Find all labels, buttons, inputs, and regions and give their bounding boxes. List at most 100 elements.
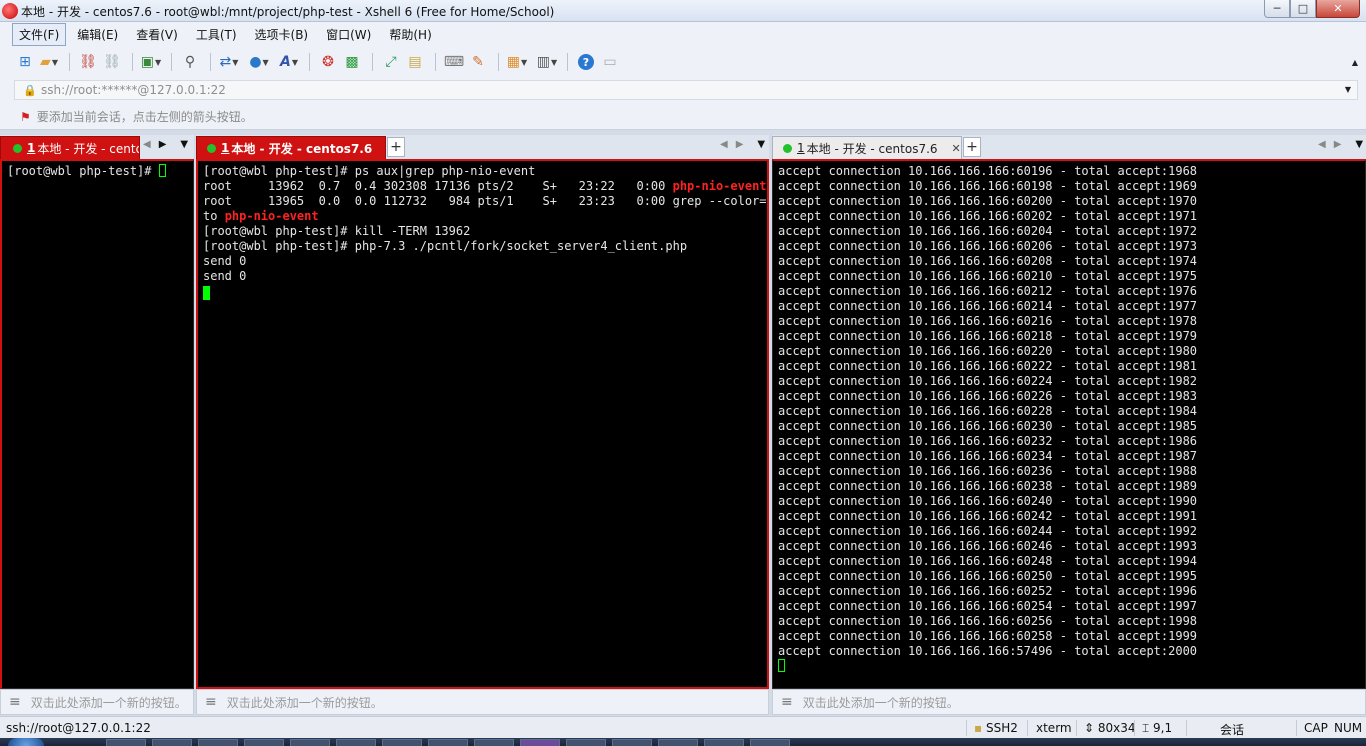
button-bar-hint: 双击此处添加一个新的按钮。	[226, 695, 383, 710]
taskbar-button[interactable]	[704, 739, 744, 746]
layout-button[interactable]: ▥ ▼	[536, 51, 558, 73]
reconnect-button[interactable]: ⛓	[77, 51, 99, 73]
menu-edit[interactable]: 编辑(E)	[70, 23, 125, 46]
terminal-line: send 0	[203, 269, 247, 283]
taskbar-button[interactable]	[520, 739, 560, 746]
terminal-line: accept connection 10.166.166.166:60228 -…	[778, 404, 1198, 418]
terminal-line: accept connection 10.166.166.166:60230 -…	[778, 419, 1198, 433]
find-button[interactable]: ⚲	[179, 51, 201, 73]
taskbar-button[interactable]	[152, 739, 192, 746]
pane-right: 1 本地 - 开发 - centos7.6 ✕ + ◀ ▶ ▼ accept c…	[772, 135, 1366, 715]
taskbar-button[interactable]	[658, 739, 698, 746]
button-bar[interactable]: ≡ 双击此处添加一个新的按钮。	[772, 689, 1366, 715]
tab-session-middle[interactable]: 1 本地 - 开发 - centos7.6 ✕	[196, 136, 386, 159]
xftp-button[interactable]: ❂	[317, 51, 339, 73]
tab-prev-icon[interactable]: ◀	[1318, 139, 1326, 150]
terminal-line: accept connection 10.166.166.166:60208 -…	[778, 254, 1198, 268]
taskbar-button[interactable]	[428, 739, 468, 746]
hamburger-menu-icon[interactable]: ≡	[205, 694, 217, 710]
tab-next-icon[interactable]: ▶	[159, 139, 167, 150]
tab-list-icon[interactable]: ▼	[1355, 139, 1363, 150]
tab-list-icon[interactable]: ▼	[180, 139, 188, 150]
terminal-middle[interactable]: [root@wbl php-test]# ps aux|grep php-nio…	[196, 159, 769, 689]
terminal-line: accept connection 10.166.166.166:60256 -…	[778, 614, 1198, 628]
tab-prev-icon[interactable]: ◀	[720, 139, 728, 150]
chat-button[interactable]: ▭	[599, 51, 621, 73]
open-session-button[interactable]: ▰ ▼	[38, 51, 60, 73]
tab-next-icon[interactable]: ▶	[736, 139, 744, 150]
tab-next-icon[interactable]: ▶	[1334, 139, 1342, 150]
terminal-left[interactable]: [root@wbl php-test]#	[0, 159, 194, 689]
terminal-cursor	[778, 659, 785, 672]
xmanager-button[interactable]: ▩	[341, 51, 363, 73]
taskbar-button[interactable]	[198, 739, 238, 746]
taskbar-button[interactable]	[474, 739, 514, 746]
help-button[interactable]: ?	[575, 51, 597, 73]
keyboard-button[interactable]: ⌨	[443, 51, 465, 73]
terminal-line: accept connection 10.166.166.166:60254 -…	[778, 599, 1198, 613]
status-divider	[966, 720, 967, 736]
new-session-button[interactable]: ⊞	[14, 51, 36, 73]
reconnect-icon: ⛓	[79, 54, 97, 70]
new-tab-button[interactable]: +	[963, 137, 981, 157]
title-bar: 本地 - 开发 - centos7.6 - root@wbl:/mnt/proj…	[0, 0, 1366, 22]
maximize-button[interactable]: □	[1290, 0, 1316, 18]
tab-session-left[interactable]: 1 本地 - 开发 - centos7.6	[0, 136, 140, 159]
taskbar-button[interactable]	[106, 739, 146, 746]
status-position: ⌶ 9,1	[1142, 721, 1173, 735]
transfer-button[interactable]: ⇄ ▼	[218, 51, 240, 73]
button-bar[interactable]: ≡ 双击此处添加一个新的按钮。	[0, 689, 194, 715]
menu-tabs[interactable]: 选项卡(B)	[248, 23, 316, 46]
button-bar[interactable]: ≡ 双击此处添加一个新的按钮。	[196, 689, 769, 715]
menu-file[interactable]: 文件(F)	[12, 22, 67, 46]
font-button[interactable]: A ▼	[278, 51, 300, 73]
fullscreen-button[interactable]: ⤢	[380, 51, 402, 73]
highlight-button[interactable]: ✎	[467, 51, 489, 73]
tab-session-right[interactable]: 1 本地 - 开发 - centos7.6 ✕	[772, 136, 962, 159]
toolbar-scroll-up-icon[interactable]: ▲	[1352, 58, 1358, 67]
terminal-line: accept connection 10.166.166.166:60218 -…	[778, 329, 1198, 343]
taskbar-button[interactable]	[612, 739, 652, 746]
taskbar-button[interactable]	[750, 739, 790, 746]
chevron-down-icon: ▼	[51, 57, 58, 67]
start-button[interactable]	[8, 738, 44, 746]
window-controls: ─ □ ✕	[1264, 0, 1360, 18]
toolbar-divider	[567, 53, 568, 71]
terminal-line: accept connection 10.166.166.166:60246 -…	[778, 539, 1198, 553]
chevron-down-icon[interactable]: ▼	[1345, 85, 1351, 94]
tab-strip: 1 本地 - 开发 - centos7.6 ✕ + ◀ ▶ ▼	[772, 135, 1366, 159]
menu-window[interactable]: 窗口(W)	[319, 23, 378, 46]
hamburger-menu-icon[interactable]: ≡	[781, 694, 793, 710]
menu-view[interactable]: 查看(V)	[129, 23, 185, 46]
hamburger-menu-icon[interactable]: ≡	[9, 694, 21, 710]
close-button[interactable]: ✕	[1316, 0, 1360, 18]
menu-tools[interactable]: 工具(T)	[189, 23, 244, 46]
disconnect-button[interactable]: ⛓	[101, 51, 123, 73]
taskbar-button[interactable]	[566, 739, 606, 746]
toolbar-divider	[435, 53, 436, 71]
new-tab-button[interactable]: +	[387, 137, 405, 157]
taskbar-button[interactable]	[336, 739, 376, 746]
globe-button[interactable]: ● ▼	[248, 51, 270, 73]
terminal-cursor	[158, 164, 166, 177]
menu-help[interactable]: 帮助(H)	[382, 23, 438, 46]
toolbar-divider	[132, 53, 133, 71]
session-status-icon	[207, 143, 216, 153]
status-terminal: xterm	[1036, 721, 1072, 735]
toolbar-divider	[498, 53, 499, 71]
compose-button[interactable]: ▦ ▼	[506, 51, 528, 73]
tab-list-icon[interactable]: ▼	[757, 139, 765, 150]
tab-prev-icon[interactable]: ◀	[143, 139, 151, 150]
properties-button[interactable]: ▣ ▼	[140, 51, 162, 73]
minimize-button[interactable]: ─	[1264, 0, 1290, 18]
terminal-right[interactable]: accept connection 10.166.166.166:60196 -…	[772, 159, 1366, 689]
taskbar-button[interactable]	[382, 739, 422, 746]
taskbar-button[interactable]	[244, 739, 284, 746]
terminal-line	[203, 286, 762, 302]
chevron-down-icon: ▼	[232, 57, 239, 67]
bookmark-arrow-icon[interactable]: ⚑	[20, 110, 31, 124]
lock-button[interactable]: ▤	[404, 51, 426, 73]
address-field[interactable]: 🔒 ssh://root:******@127.0.0.1:22 ▼	[14, 80, 1358, 100]
tab-close-icon[interactable]: ✕	[952, 142, 961, 155]
taskbar-button[interactable]	[290, 739, 330, 746]
